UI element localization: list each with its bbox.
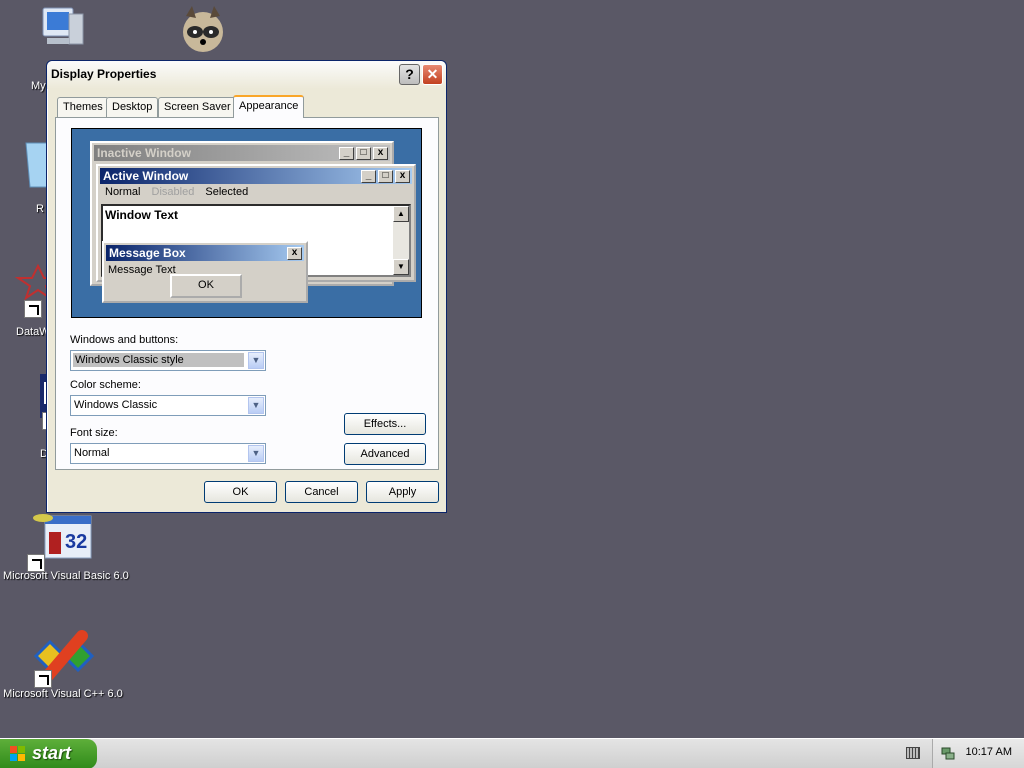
advanced-button[interactable]: Advanced — [344, 443, 426, 465]
appearance-preview: Inactive Window _ □ x Active Window _ □ … — [71, 128, 422, 318]
computer-icon — [39, 4, 87, 52]
desktop-icon-label: Microsoft Visual C++ 6.0 — [3, 688, 123, 700]
window-text: Window Text — [105, 208, 178, 222]
desktop-icon-label: R — [36, 203, 44, 215]
windows-logo-icon — [10, 746, 26, 762]
menu-normal: Normal — [105, 186, 141, 198]
svg-text:32: 32 — [65, 531, 87, 553]
tab-desktop[interactable]: Desktop — [106, 97, 159, 117]
keyboard-icon[interactable] — [906, 747, 920, 759]
color-scheme-value: Windows Classic — [74, 399, 158, 411]
chevron-down-icon[interactable]: ▼ — [248, 397, 264, 414]
menu-disabled: Disabled — [151, 186, 195, 198]
scroll-up-icon: ▲ — [393, 206, 409, 222]
color-scheme-select[interactable]: Windows Classic ▼ — [70, 395, 266, 416]
desktop-icon-label: My — [31, 80, 46, 92]
taskbar: start 10:17 AM — [0, 738, 1024, 768]
message-box-title-bar: Message Box x — [106, 245, 304, 261]
close-icon: x — [395, 170, 410, 183]
shortcut-arrow-icon — [34, 670, 52, 688]
font-size-value: Normal — [74, 447, 110, 459]
help-icon: ? — [405, 66, 414, 82]
window-title: Display Properties — [51, 67, 157, 81]
preview-ok-button: OK — [170, 274, 242, 298]
window-title-bar[interactable]: Display Properties ? ✕ — [47, 61, 446, 89]
cancel-button[interactable]: Cancel — [285, 481, 358, 503]
system-tray: 10:17 AM — [932, 739, 1024, 768]
font-size-select[interactable]: Normal ▼ — [70, 443, 266, 464]
desktop-icon-vb6[interactable]: 32 Microsoft Visual Basic 6.0 — [3, 510, 129, 582]
tab-appearance[interactable]: Appearance — [233, 95, 305, 118]
tab-themes[interactable]: Themes — [57, 97, 109, 117]
scroll-down-icon: ▼ — [393, 259, 409, 275]
close-button[interactable]: ✕ — [422, 64, 443, 85]
menu-selected: Selected — [205, 186, 249, 198]
windows-buttons-select[interactable]: Windows Classic style ▼ — [70, 350, 266, 371]
color-scheme-label: Color scheme: — [70, 379, 141, 391]
desktop-icon-vcpp6[interactable]: Microsoft Visual C++ 6.0 — [3, 628, 123, 700]
close-icon: ✕ — [426, 66, 439, 82]
font-size-label: Font size: — [70, 427, 118, 439]
help-button[interactable]: ? — [399, 64, 420, 85]
minimize-icon: _ — [339, 147, 354, 160]
visual-basic-icon: 32 — [27, 510, 95, 572]
shortcut-arrow-icon — [24, 300, 42, 318]
visual-cpp-icon — [28, 628, 98, 688]
start-label: start — [32, 743, 72, 763]
preview-scrollbar: ▲ ▼ — [393, 206, 409, 275]
desktop-icon-my-computer[interactable]: My — [3, 4, 123, 92]
effects-button[interactable]: Effects... — [344, 413, 426, 435]
network-icon[interactable] — [941, 746, 955, 760]
maximize-icon: □ — [356, 147, 371, 160]
message-text: Message Text — [108, 264, 176, 276]
close-icon: x — [373, 147, 388, 160]
message-box-title: Message Box — [109, 246, 186, 260]
active-title-bar: Active Window _ □ x — [100, 168, 412, 184]
minimize-icon: _ — [361, 170, 376, 183]
apply-button[interactable]: Apply — [366, 481, 439, 503]
close-icon: x — [287, 247, 302, 260]
message-box-preview: Message Box x Message Text OK — [102, 241, 308, 303]
inactive-window-title: Inactive Window — [97, 146, 191, 160]
desktop-icon-raccoon[interactable] — [132, 4, 252, 52]
chevron-down-icon[interactable]: ▼ — [248, 445, 264, 462]
desktop-icon-label: Microsoft Visual Basic 6.0 — [3, 570, 129, 582]
maximize-icon: □ — [378, 170, 393, 183]
preview-ok-label: OK — [198, 279, 214, 291]
ok-button[interactable]: OK — [204, 481, 277, 503]
clock[interactable]: 10:17 AM — [966, 746, 1012, 758]
windows-buttons-label: Windows and buttons: — [70, 334, 179, 346]
preview-menu-bar: Normal Disabled Selected — [101, 186, 252, 198]
start-button[interactable]: start — [0, 739, 97, 768]
inactive-title-bar: Inactive Window _ □ x — [94, 145, 390, 161]
active-window-title: Active Window — [103, 169, 189, 183]
desktop-icon-label: DataW — [16, 326, 50, 338]
appearance-panel: Inactive Window _ □ x Active Window _ □ … — [55, 117, 439, 470]
shortcut-arrow-icon — [27, 554, 45, 572]
chevron-down-icon[interactable]: ▼ — [248, 352, 264, 369]
display-properties-window: Display Properties ? ✕ Themes Desktop Sc… — [46, 60, 447, 513]
raccoon-icon — [168, 4, 223, 52]
windows-buttons-value: Windows Classic style — [73, 353, 244, 367]
tab-screen-saver[interactable]: Screen Saver — [158, 97, 237, 117]
